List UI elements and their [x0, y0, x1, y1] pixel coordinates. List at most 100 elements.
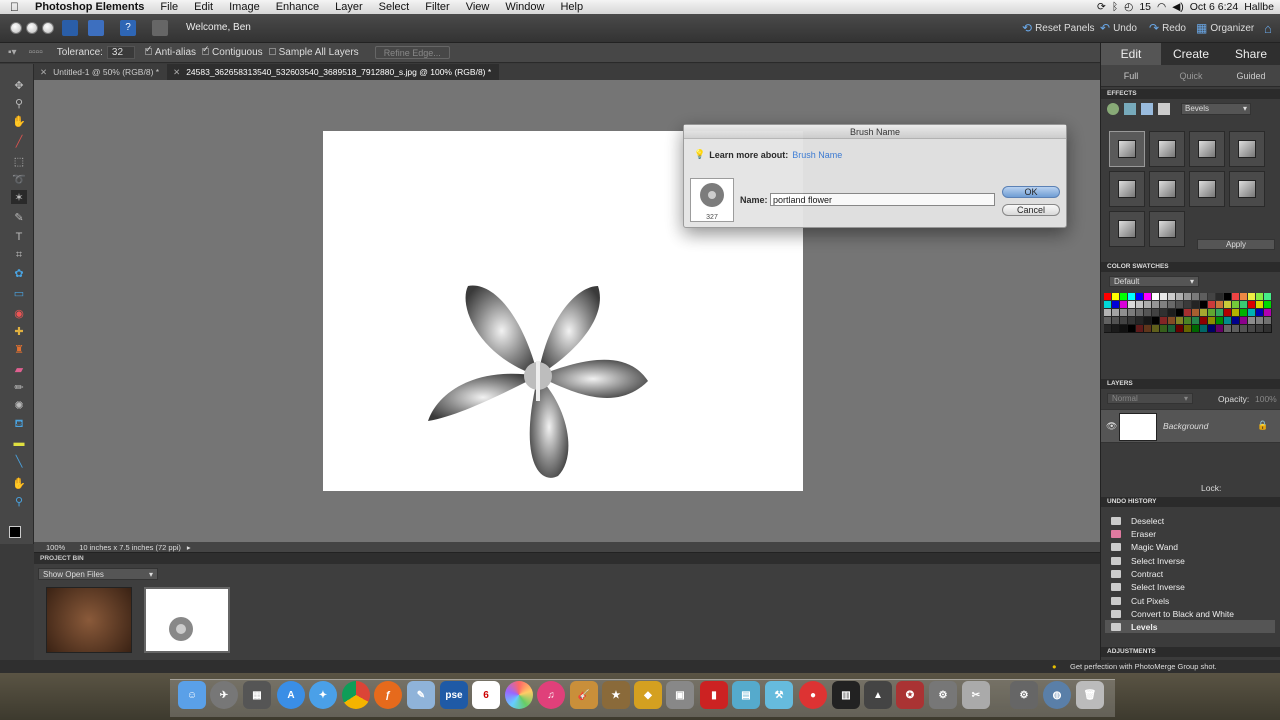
close-tab-icon[interactable]: ✕ — [173, 67, 180, 77]
app-store-icon[interactable]: A — [277, 681, 305, 709]
filters-icon[interactable] — [1107, 103, 1119, 115]
menu-file[interactable]: File — [152, 1, 186, 13]
layer-row-background[interactable]: 👁 Background 🔒 — [1101, 409, 1280, 443]
new-file-icon[interactable] — [62, 20, 78, 36]
color-swatch[interactable] — [1232, 293, 1240, 301]
color-swatch[interactable] — [1192, 325, 1200, 333]
color-swatch[interactable] — [1176, 325, 1184, 333]
color-swatch[interactable] — [1160, 293, 1168, 301]
status-arrow-icon[interactable]: ▸ — [187, 543, 191, 552]
color-swatch[interactable] — [1160, 301, 1168, 309]
anti-alias-checkbox[interactable]: Anti-alias — [144, 44, 196, 58]
color-swatch[interactable] — [1152, 325, 1160, 333]
type-tool-icon[interactable]: T — [11, 230, 27, 244]
color-swatch[interactable] — [1168, 293, 1176, 301]
help-icon[interactable]: ? — [120, 20, 136, 36]
eye-icon[interactable]: 👁 — [1106, 421, 1117, 432]
color-swatch[interactable] — [1216, 325, 1224, 333]
color-swatch[interactable] — [1200, 301, 1208, 309]
color-swatch[interactable] — [1216, 301, 1224, 309]
color-swatch[interactable] — [1192, 293, 1200, 301]
color-swatch[interactable] — [1224, 301, 1232, 309]
color-swatch[interactable] — [1248, 317, 1256, 325]
eraser-tool-icon[interactable]: ▰ — [11, 362, 27, 376]
clock-icon[interactable]: ◴ — [1124, 1, 1133, 13]
color-swatch[interactable] — [1104, 293, 1112, 301]
color-swatch[interactable] — [1224, 309, 1232, 317]
color-swatch[interactable] — [1256, 301, 1264, 309]
opacity-value[interactable]: 100% — [1255, 394, 1277, 404]
undo-item[interactable]: Convert to Black and White — [1111, 607, 1271, 620]
color-swatch[interactable] — [1136, 317, 1144, 325]
clock[interactable]: Oct 6 6:24 — [1190, 1, 1238, 13]
sample-all-layers-checkbox[interactable]: Sample All Layers — [268, 47, 359, 58]
close-window-button[interactable] — [10, 22, 22, 34]
color-swatch[interactable] — [1200, 309, 1208, 317]
marquee-tool-icon[interactable]: ⬚ — [11, 154, 27, 168]
utility-icon[interactable]: ✂ — [962, 681, 990, 709]
color-swatch[interactable] — [1160, 325, 1168, 333]
organizer-button[interactable]: ▦ Organizer — [1196, 21, 1254, 35]
blend-mode-select[interactable]: Normal ▾ — [1107, 393, 1193, 404]
color-swatch[interactable] — [1264, 309, 1272, 317]
color-swatch[interactable] — [1136, 325, 1144, 333]
save-icon[interactable] — [88, 20, 104, 36]
menu-window[interactable]: Window — [497, 1, 552, 13]
color-swatch[interactable] — [1248, 293, 1256, 301]
imovie-icon[interactable]: ★ — [602, 681, 630, 709]
undo-item[interactable]: Magic Wand — [1111, 540, 1271, 553]
smart-brush-tool-icon[interactable]: ✺ — [11, 398, 27, 412]
menu-filter[interactable]: Filter — [417, 1, 457, 13]
launchpad-icon[interactable]: ✈ — [210, 681, 238, 709]
color-swatch[interactable] — [1128, 293, 1136, 301]
red-eye-tool-icon[interactable]: ◉ — [11, 306, 27, 320]
color-swatch[interactable] — [1136, 293, 1144, 301]
undo-item[interactable]: Deselect — [1111, 514, 1271, 527]
calendar-icon[interactable]: 6 — [472, 681, 500, 709]
app-icon[interactable]: ▲ — [864, 681, 892, 709]
color-swatch[interactable] — [1120, 293, 1128, 301]
cookie-cutter-tool-icon[interactable]: ✿ — [11, 266, 27, 280]
photos-icon[interactable] — [505, 681, 533, 709]
contiguous-checkbox[interactable]: Contiguous — [202, 44, 263, 58]
color-swatch[interactable] — [1136, 301, 1144, 309]
color-swatch[interactable] — [1264, 301, 1272, 309]
tab-full[interactable]: Full — [1101, 65, 1161, 86]
color-swatch[interactable] — [1264, 325, 1272, 333]
menubar-user[interactable]: Hallbe — [1244, 1, 1274, 13]
refine-edge-button[interactable]: Refine Edge... — [374, 46, 450, 59]
color-swatch[interactable] — [1232, 301, 1240, 309]
color-swatch[interactable] — [1176, 309, 1184, 317]
xcode-icon[interactable]: ⚒ — [765, 681, 793, 709]
color-swatch[interactable] — [1112, 309, 1120, 317]
color-swatch[interactable] — [1168, 317, 1176, 325]
color-swatch[interactable] — [1200, 325, 1208, 333]
brush-tool-icon[interactable]: ✏ — [11, 380, 27, 394]
bin-thumbnail-untitled[interactable] — [46, 587, 132, 653]
menu-layer[interactable]: Layer — [327, 1, 371, 13]
color-swatch[interactable] — [1216, 317, 1224, 325]
cancel-button[interactable]: Cancel — [1002, 204, 1060, 216]
piano-icon[interactable]: ▥ — [832, 681, 860, 709]
color-swatch[interactable] — [1136, 309, 1144, 317]
color-swatch[interactable] — [1232, 325, 1240, 333]
color-swatch[interactable] — [1168, 301, 1176, 309]
color-swatch[interactable] — [1104, 317, 1112, 325]
tab-untitled-1[interactable]: ✕ Untitled-1 @ 50% (RGB/8) * — [34, 64, 167, 80]
wifi-icon[interactable]: ◠ — [1157, 1, 1166, 13]
shape-tool-icon[interactable]: ╲ — [11, 454, 27, 468]
undo-button[interactable]: ↶ Undo — [1100, 21, 1137, 35]
game-app-icon[interactable]: ✪ — [896, 681, 924, 709]
color-swatch[interactable] — [1120, 325, 1128, 333]
color-swatch[interactable] — [1208, 309, 1216, 317]
dashboard-icon[interactable]: ▦ — [243, 681, 271, 709]
color-swatch[interactable] — [1208, 293, 1216, 301]
color-swatch[interactable] — [1192, 309, 1200, 317]
move-tool-icon[interactable]: ✥ — [11, 78, 27, 92]
undo-item[interactable]: Cut Pixels — [1111, 594, 1271, 607]
sponge-tool-icon[interactable]: ⚲ — [11, 494, 27, 508]
layout-icon[interactable] — [152, 20, 168, 36]
safari-icon[interactable]: ✦ — [309, 681, 337, 709]
color-swatch[interactable] — [1208, 325, 1216, 333]
color-swatch[interactable] — [1248, 309, 1256, 317]
